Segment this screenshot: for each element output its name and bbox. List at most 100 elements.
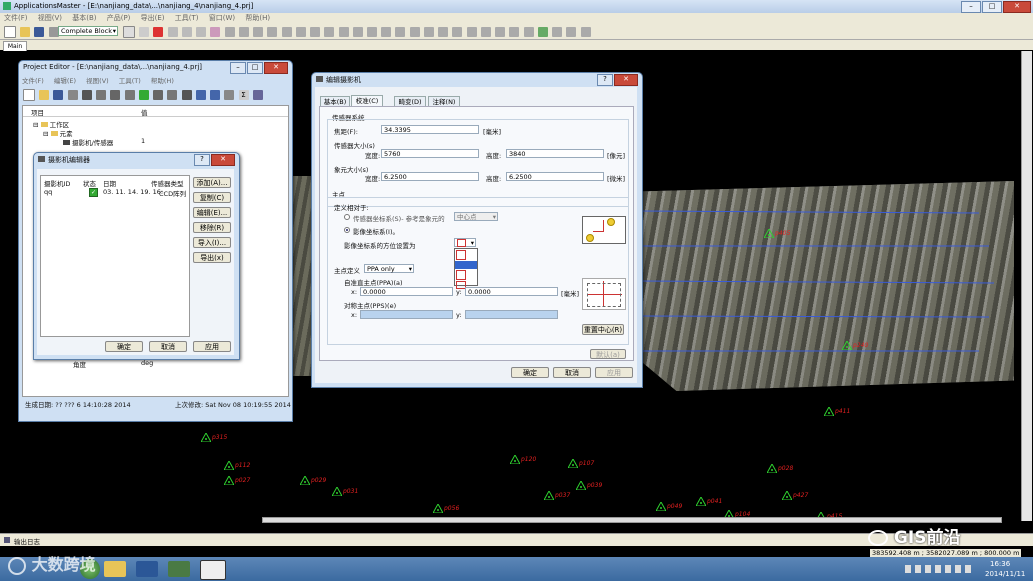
tool-l-icon[interactable] [324, 27, 335, 37]
menu-window[interactable]: 窗口(W) [209, 14, 235, 22]
pe-tool7-icon[interactable] [167, 90, 178, 100]
taskbar-folder-icon[interactable] [104, 561, 126, 577]
zoom-icon[interactable] [139, 27, 150, 37]
pe-tool2-icon[interactable] [96, 90, 107, 100]
pe-tool5-icon[interactable] [138, 90, 149, 100]
menu-basic[interactable]: 基本(B) [72, 14, 96, 22]
pe-tool10-icon[interactable] [210, 90, 221, 100]
tool-e-icon[interactable] [224, 27, 235, 37]
tool-s-icon[interactable] [423, 27, 434, 37]
ce-cancel-button[interactable]: 取消 [553, 367, 591, 378]
pe-tool3-icon[interactable] [110, 90, 121, 100]
gcp-marker[interactable]: p056 [432, 502, 459, 515]
gcp-marker[interactable]: p031 [331, 485, 358, 498]
gcp-marker[interactable]: p112 [223, 459, 250, 472]
tool-b-icon[interactable] [181, 27, 192, 37]
pe-tool8-icon[interactable] [181, 90, 192, 100]
pe-help-icon[interactable] [252, 90, 263, 100]
tab-notes[interactable]: 注释(N) [428, 96, 460, 106]
tool-y-icon[interactable] [509, 27, 520, 37]
pe-maximize-button[interactable]: □ [247, 62, 263, 74]
gcp-marker[interactable]: p240 [841, 339, 868, 352]
pe-close-button[interactable]: ✕ [264, 62, 288, 74]
gcp-marker[interactable]: p411 [823, 405, 850, 418]
pe-print-icon[interactable] [67, 90, 78, 100]
table-row[interactable]: qq ✓ 03. 11. 14. 19. 16: CCD阵列 [42, 187, 188, 198]
cm-edit-button[interactable]: 编辑(E)... [193, 207, 231, 218]
tool-v-icon[interactable] [466, 27, 477, 37]
tool-m-icon[interactable] [338, 27, 349, 37]
tab-calibration[interactable]: 校准(C) [351, 95, 383, 106]
gcp-marker[interactable]: p041 [695, 495, 722, 508]
reset-center-button[interactable]: 重置中心(R) [582, 324, 624, 335]
tool-r-icon[interactable] [409, 27, 420, 37]
tab-basic[interactable]: 基本(B) [320, 96, 350, 106]
pe-tool11-icon[interactable] [224, 90, 235, 100]
taskbar-app-icon[interactable] [168, 561, 190, 577]
tool-d-icon[interactable] [210, 27, 221, 37]
tab-main[interactable]: Main [3, 41, 27, 51]
pe-menu-file[interactable]: 文件(F) [22, 77, 44, 85]
gcp-marker[interactable]: p049 [655, 500, 682, 513]
save-icon[interactable] [34, 27, 45, 37]
menu-view[interactable]: 视图(V) [38, 14, 62, 22]
menu-product[interactable]: 产品(P) [107, 14, 131, 22]
tool-k-icon[interactable] [310, 27, 321, 37]
tool-w-icon[interactable] [480, 27, 491, 37]
minimize-button[interactable]: – [961, 1, 981, 13]
default-button[interactable]: 默认(a) [590, 349, 626, 359]
tool-q-icon[interactable] [395, 27, 406, 37]
pps-x-input[interactable] [360, 310, 453, 319]
gcp-marker[interactable]: p027 [223, 474, 250, 487]
pe-tool6-icon[interactable] [153, 90, 164, 100]
pp-definition-select[interactable]: PPA only ▾ [364, 264, 414, 273]
sensor-width-input[interactable]: 5760 [381, 149, 479, 158]
tool-t-icon[interactable] [438, 27, 449, 37]
pe-tool1-icon[interactable] [81, 90, 92, 100]
tool-a-icon[interactable] [167, 27, 178, 37]
tool-g-icon[interactable] [253, 27, 264, 37]
gcp-marker[interactable]: p039 [575, 479, 602, 492]
pe-new-icon[interactable] [23, 89, 35, 101]
tool-ac-icon[interactable] [566, 27, 577, 37]
close-button[interactable]: ✕ [1003, 1, 1031, 13]
viewport-v-scrollbar[interactable] [1021, 51, 1032, 521]
cm-cancel-button[interactable]: 取消 [149, 341, 187, 352]
ce-close-button[interactable]: ✕ [614, 74, 638, 86]
gcp-marker[interactable]: p107 [567, 457, 594, 470]
ppa-x-input[interactable]: 0.0000 [360, 287, 453, 296]
taskbar-editor-icon[interactable] [200, 560, 226, 580]
clock-time[interactable]: 16:36 [990, 560, 1010, 568]
orientation-option[interactable] [456, 270, 466, 280]
tool-o-icon[interactable] [366, 27, 377, 37]
gcp-marker[interactable]: p028 [766, 462, 793, 475]
cm-ok-button[interactable]: 确定 [105, 341, 143, 352]
sensor-coords-radio[interactable] [344, 214, 350, 220]
ppa-y-input[interactable]: 0.0000 [465, 287, 558, 296]
tool-h-icon[interactable] [267, 27, 278, 37]
open-icon[interactable] [20, 27, 31, 37]
sensor-height-input[interactable]: 3840 [506, 149, 604, 158]
menu-help[interactable]: 帮助(H) [245, 14, 270, 22]
focal-length-input[interactable]: 34.3395 [381, 125, 479, 134]
tool-aa-icon[interactable] [537, 27, 548, 37]
orientation-select[interactable]: ▾ [454, 238, 476, 247]
pe-tree-leaf[interactable]: 摄影机/传感器 [63, 137, 113, 147]
tool-p-icon[interactable] [381, 27, 392, 37]
maximize-button[interactable]: □ [982, 1, 1002, 13]
output-log-label[interactable]: 输出日志 [14, 536, 40, 546]
gcp-marker[interactable]: p405 [763, 227, 790, 240]
ref-pixel-select[interactable]: 中心点 ▾ [454, 212, 498, 221]
taskbar-word-icon[interactable] [136, 561, 158, 577]
cm-import-button[interactable]: 导入(I)... [193, 237, 231, 248]
pe-menu-tools[interactable]: 工具(T) [119, 77, 141, 85]
pps-y-input[interactable] [465, 310, 558, 319]
new-icon[interactable] [4, 26, 16, 38]
tool-i-icon[interactable] [281, 27, 292, 37]
clock-date[interactable]: 2014/11/11 [985, 570, 1025, 578]
image-coords-radio[interactable] [344, 227, 350, 233]
pe-menu-view[interactable]: 视图(V) [86, 77, 109, 85]
tool-z-icon[interactable] [523, 27, 534, 37]
pe-open-icon[interactable] [39, 90, 50, 100]
gcp-marker[interactable]: p315 [200, 431, 227, 444]
